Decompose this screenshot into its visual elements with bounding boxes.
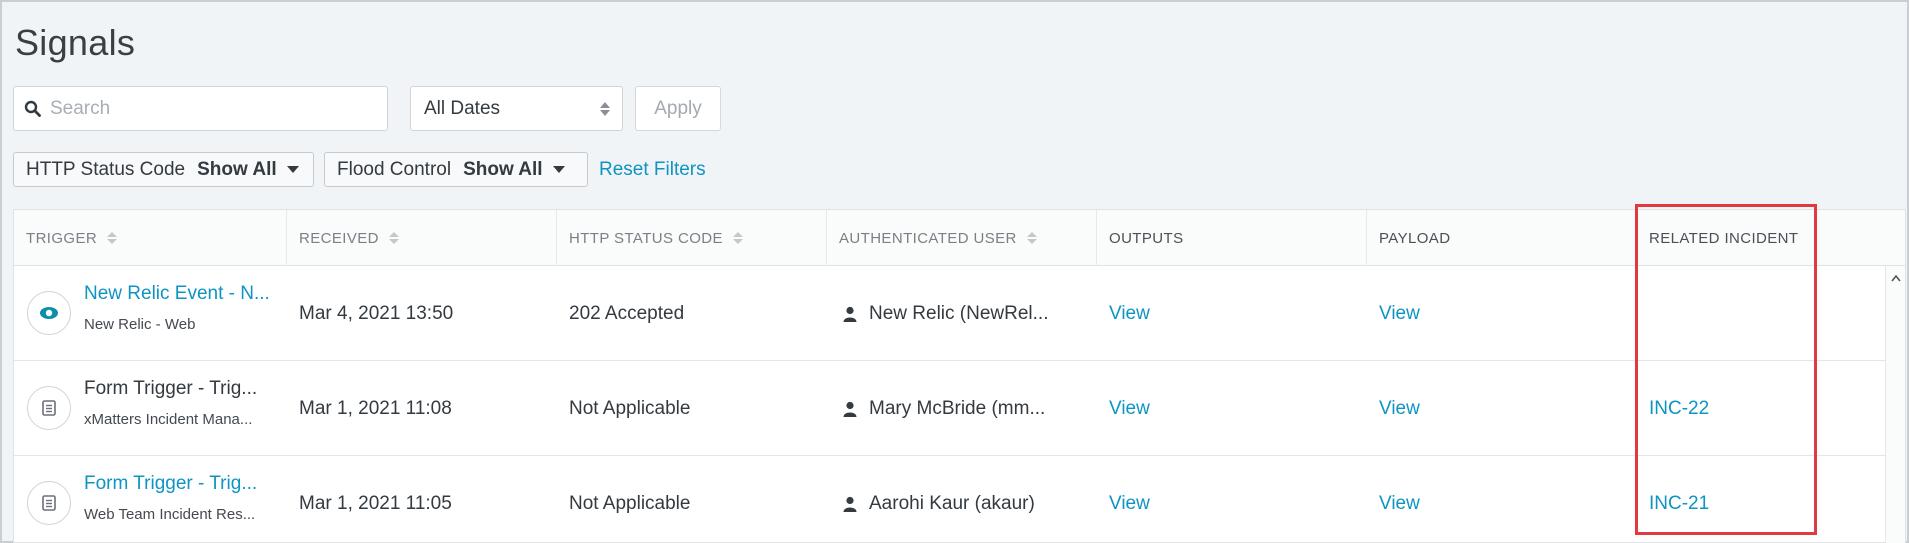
user-icon (843, 496, 857, 512)
outputs-view-link[interactable]: View (1097, 456, 1367, 543)
status-cell: Not Applicable (569, 492, 691, 514)
status-cell: Not Applicable (569, 397, 691, 419)
form-icon (27, 386, 71, 430)
caret-down-icon (286, 166, 299, 173)
chevron-up-icon[interactable] (1891, 274, 1901, 282)
flood-control-filter[interactable]: Flood Control Show All (324, 152, 588, 187)
reset-filters-link[interactable]: Reset Filters (599, 159, 706, 181)
filter-label: Flood Control (337, 158, 452, 180)
payload-view-link[interactable]: View (1367, 266, 1637, 361)
signals-table: TRIGGER RECEIVED HTTP STATUS CODE AUTHEN… (13, 209, 1906, 543)
filter-value: Show All (197, 158, 277, 180)
payload-view-link[interactable]: View (1367, 361, 1637, 456)
date-range-value: All Dates (424, 97, 501, 119)
http-status-filter[interactable]: HTTP Status Code Show All (13, 152, 314, 187)
user-cell: Aarohi Kaur (akaur) (827, 456, 1097, 543)
table-row[interactable]: Form Trigger - Trig... xMatters Incident… (14, 361, 1887, 456)
search-icon (24, 100, 41, 117)
caret-down-icon (552, 166, 565, 173)
sort-icon (732, 232, 743, 244)
filter-label: HTTP Status Code (26, 158, 186, 180)
received-cell: Mar 1, 2021 11:05 (299, 492, 452, 514)
related-incident-highlight (1635, 204, 1817, 535)
column-header-trigger[interactable]: TRIGGER (14, 210, 287, 266)
date-range-select[interactable]: All Dates (410, 86, 623, 131)
column-header-received[interactable]: RECEIVED (287, 210, 557, 266)
user-icon (843, 306, 857, 322)
user-cell: Mary McBride (mm... (827, 361, 1097, 456)
column-header-payload: PAYLOAD (1367, 210, 1637, 266)
select-arrows-icon (600, 101, 610, 116)
trigger-name: Form Trigger - Trig... (84, 378, 258, 399)
form-icon (27, 481, 71, 525)
payload-view-link[interactable]: View (1367, 456, 1637, 543)
received-cell: Mar 1, 2021 11:08 (299, 397, 452, 419)
page-title: Signals (15, 22, 136, 63)
user-icon (843, 401, 857, 417)
table-header: TRIGGER RECEIVED HTTP STATUS CODE AUTHEN… (14, 210, 1905, 266)
trigger-cell: Form Trigger - Trig... Web Team Incident… (14, 456, 287, 543)
trigger-source: Web Team Incident Res... (84, 506, 256, 523)
column-header-authenticated-user[interactable]: AUTHENTICATED USER (827, 210, 1097, 266)
sort-icon (107, 232, 118, 244)
filter-value: Show All (463, 158, 543, 180)
apply-button[interactable]: Apply (635, 86, 721, 131)
column-header-outputs: OUTPUTS (1097, 210, 1367, 266)
trigger-name-link[interactable]: Form Trigger - Trig... (84, 473, 257, 495)
column-header-http-status[interactable]: HTTP STATUS CODE (557, 210, 827, 266)
table-row[interactable]: New Relic Event - N... New Relic - Web M… (14, 266, 1887, 361)
outputs-view-link[interactable]: View (1097, 266, 1367, 361)
user-cell: New Relic (NewRel... (827, 266, 1097, 361)
eye-icon (27, 291, 71, 335)
sort-icon (388, 232, 399, 244)
outputs-view-link[interactable]: View (1097, 361, 1367, 456)
trigger-cell: Form Trigger - Trig... xMatters Incident… (14, 361, 287, 456)
trigger-source: xMatters Incident Mana... (84, 411, 253, 428)
trigger-cell: New Relic Event - N... New Relic - Web (14, 266, 287, 361)
search-box[interactable] (13, 86, 388, 131)
trigger-source: New Relic - Web (84, 316, 196, 333)
table-row[interactable]: Form Trigger - Trig... Web Team Incident… (14, 456, 1887, 543)
status-cell: 202 Accepted (569, 302, 685, 324)
vertical-scrollbar[interactable] (1885, 266, 1905, 543)
search-input[interactable] (50, 97, 370, 120)
received-cell: Mar 4, 2021 13:50 (299, 302, 454, 324)
trigger-name-link[interactable]: New Relic Event - N... (84, 283, 270, 305)
sort-icon (1026, 232, 1037, 244)
